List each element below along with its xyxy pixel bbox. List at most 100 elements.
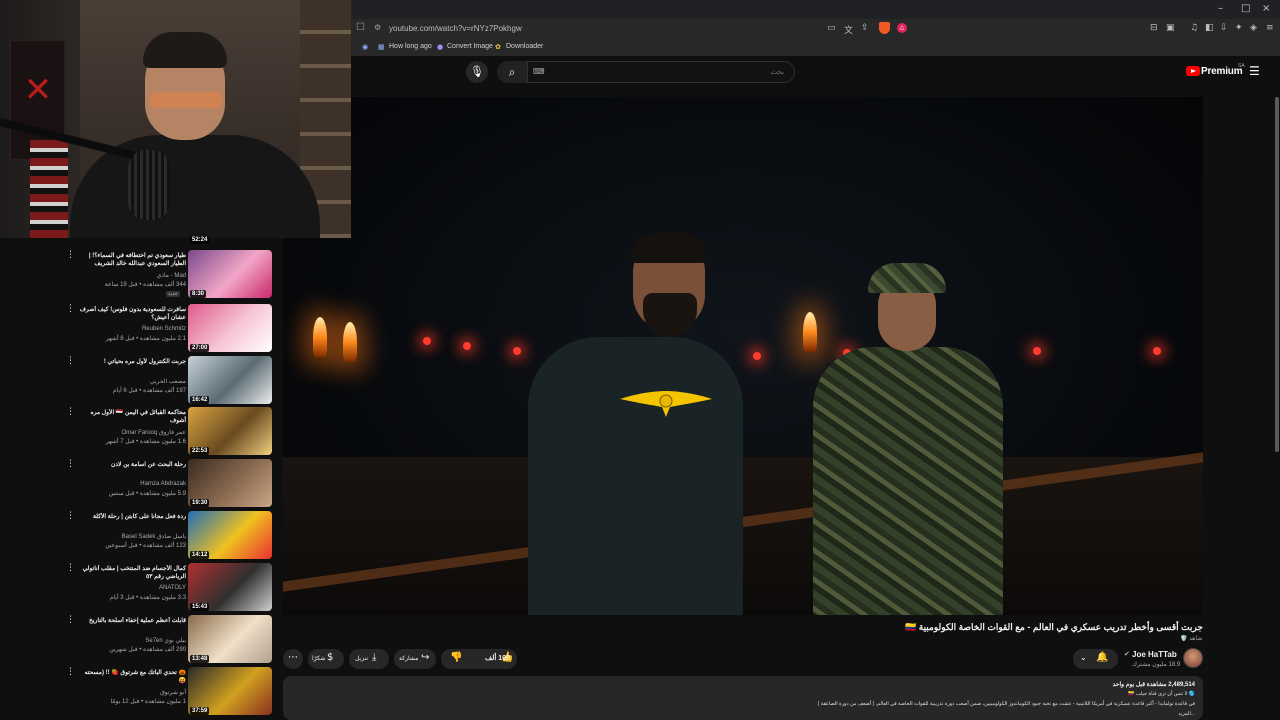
paratrooper-wings-emblem — [620, 391, 712, 417]
recommendation-meta: 2.1 مليون مشاهدة • قبل 8 أشهر — [105, 336, 186, 342]
bookmark-convert-image[interactable]: Convert Image — [447, 43, 493, 50]
bookmark-downloader[interactable]: Downloader — [506, 43, 543, 50]
recommendation-item[interactable]: 13:48 قابلت أعظم عملية إخفاء أسلحة بالتار… — [62, 615, 274, 667]
recommendation-channel[interactable]: بيلي بوي Se7en — [76, 637, 186, 644]
wallet-icon[interactable]: ▣ — [1166, 23, 1175, 33]
download-icon: ⤓ — [372, 652, 377, 663]
recommendation-item[interactable]: 37:59 🎃 تحدي الباتك مع شرتوق 🍓 !! (مسحته … — [62, 667, 274, 719]
more-options-icon[interactable]: ⋮ — [66, 459, 75, 469]
cast-icon[interactable]: ▭ — [827, 23, 836, 33]
recommendation-channel[interactable]: Reuben Schmitz — [76, 326, 186, 332]
search-input[interactable] — [527, 61, 795, 83]
more-options-icon[interactable]: ⋮ — [66, 407, 75, 417]
recommendation-channel[interactable]: أبو شرتوق — [76, 689, 186, 696]
video-duration: 15:43 — [190, 603, 210, 611]
more-options-icon[interactable]: ⋮ — [66, 304, 75, 314]
maximize-button[interactable]: □ — [1241, 3, 1250, 14]
hamburger-menu-icon[interactable]: ☰ — [1249, 64, 1260, 78]
premium-logo-text[interactable]: Premium — [1201, 66, 1243, 77]
recommendation-channel[interactable]: عمر فاروق Omar Farooq — [76, 429, 186, 436]
more-options-icon[interactable]: ⋮ — [66, 563, 75, 573]
recommendation-title[interactable]: جربت الكنترول لأول مره بحياتي ! — [76, 358, 186, 366]
recommendation-channel[interactable]: مصعب الحربي — [76, 378, 186, 385]
translate-icon[interactable]: 文 — [844, 23, 853, 36]
site-info-icon[interactable]: ⚙ — [374, 23, 381, 32]
recommendation-title[interactable]: محاكمة القبائل في اليمن 🇾🇪 الأول مره أشو… — [76, 409, 186, 425]
browser-menu-icon[interactable]: ≡ — [1266, 23, 1274, 33]
share-page-icon[interactable]: ⇪ — [861, 23, 869, 33]
url-field[interactable]: youtube.com/watch?v=rNYz7Pokhgw — [389, 24, 522, 33]
recommendation-item[interactable]: 27:00 سافرت للسعودية بدون فلوس! كيف أصرف … — [62, 304, 274, 356]
recommendation-channel[interactable]: باسل صادق Basel Sadek — [76, 533, 186, 540]
recommendation-title[interactable]: طيار سعودي تم اختطافه في السماء؟! | الطي… — [76, 252, 186, 268]
vpn-icon[interactable]: ◈ — [1250, 23, 1257, 33]
recommendation-item[interactable]: 19:30 رحلة البحث عن اسامة بن لادن Hamza Ab… — [62, 459, 274, 511]
red-light — [513, 347, 521, 355]
soldier-figure — [813, 347, 1003, 615]
channel-avatar[interactable] — [1183, 648, 1203, 668]
recommendation-item[interactable]: 8:30 طيار سعودي تم اختطافه في السماء؟! | … — [62, 250, 274, 302]
soldier-cap — [868, 263, 946, 293]
streamer-webcam: ✕ — [0, 0, 351, 238]
dislike-icon[interactable]: 👎 — [450, 652, 462, 663]
recommendation-item[interactable]: 22:53 محاكمة القبائل في اليمن 🇾🇪 الأول مر… — [62, 407, 274, 459]
recommendation-title[interactable]: رحلة البحث عن اسامة بن لادن — [76, 461, 186, 469]
recommendation-title[interactable]: كمال الأجسام ضد المنتخب | مقلب أناتولي ا… — [76, 565, 186, 581]
more-options-icon[interactable]: ⋮ — [66, 250, 75, 260]
streamer-glasses — [150, 92, 222, 108]
top-thumbnail-duration: 52:24 — [190, 236, 210, 244]
search-icon: ⌕ — [508, 65, 516, 79]
scrollbar-thumb[interactable] — [1275, 97, 1279, 452]
recommendation-title[interactable]: ردة فعل مجانا على كابتن | رحلة الأكلة — [76, 513, 186, 521]
show-more-link[interactable]: ...المزيد — [520, 711, 1195, 717]
brave-shield-icon[interactable] — [879, 22, 890, 34]
recommendation-item[interactable]: 14:12 ردة فعل مجانا على كابتن | رحلة الأك… — [62, 511, 274, 563]
video-player[interactable] — [283, 97, 1203, 615]
torch-flame — [803, 312, 817, 352]
torch-flame — [313, 317, 327, 357]
recommendation-channel[interactable]: ANATOLY — [76, 585, 186, 591]
recommendation-title[interactable]: 🎃 تحدي الباتك مع شرتوق 🍓 !! (مسحته 😝 — [76, 669, 187, 685]
presenter-figure — [528, 337, 743, 615]
channel-name[interactable]: Joe HaTTab — [1132, 650, 1177, 659]
recommendation-meta: 290 ألف مشاهدة • قبل شهرين — [109, 647, 186, 653]
title-tag: 🛡️ شاهد — [1180, 636, 1203, 642]
leo-ai-icon[interactable]: ✦ — [1235, 23, 1243, 33]
media-icon[interactable]: ♫ — [1190, 23, 1198, 33]
search-button[interactable]: ⌕ — [497, 61, 527, 83]
like-count[interactable]: 109 ألف — [485, 654, 510, 662]
more-options-icon[interactable]: ⋮ — [66, 615, 75, 625]
downloads-icon[interactable]: ⇩ — [1220, 23, 1228, 33]
red-light — [463, 342, 471, 350]
clock-icon: ▦ — [378, 43, 385, 51]
recommendation-title[interactable]: سافرت للسعودية بدون فلوس! كيف أصرف عشان … — [76, 306, 186, 322]
sidebar-icon[interactable]: ◧ — [1205, 23, 1214, 33]
image-convert-icon: ● — [437, 43, 444, 51]
more-options-icon[interactable]: ⋮ — [66, 356, 75, 366]
browser-tab-strip — [351, 0, 1280, 19]
recommendations-list: 8:30 طيار سعودي تم اختطافه في السماء؟! | … — [62, 232, 274, 720]
more-options-icon[interactable]: ⋮ — [66, 511, 75, 521]
recommendation-channel[interactable]: Mad - مادي — [76, 272, 186, 279]
download-label: تنزيل — [355, 656, 369, 662]
recommendation-item[interactable]: 15:43 كمال الأجسام ضد المنتخب | مقلب أنات… — [62, 563, 274, 615]
bookmark-icon[interactable]: ☐ — [356, 22, 365, 33]
youtube-logo-icon[interactable] — [1186, 66, 1200, 76]
recommendation-item[interactable]: 16:42 جربت الكنترول لأول مره بحياتي ! مصعب… — [62, 356, 274, 408]
ellipsis-icon: ⋯ — [288, 652, 298, 663]
voice-search-button[interactable]: 🎙 — [466, 61, 488, 83]
minimize-button[interactable]: – — [1218, 3, 1223, 14]
recommendation-title[interactable]: قابلت أعظم عملية إخفاء أسلحة بالتاريخ — [76, 617, 186, 625]
recommendation-meta: 123 ألف مشاهدة • قبل أسبوعين — [105, 543, 186, 549]
bookmark-how-long-ago[interactable]: How long ago — [389, 43, 432, 50]
rewards-icon[interactable]: △ — [897, 23, 907, 33]
extension-icon[interactable]: ⊟ — [1150, 23, 1158, 33]
download-icon: ✿ — [495, 43, 501, 51]
keyboard-icon[interactable]: ⌨ — [533, 67, 545, 76]
bookmarks-apps-icon[interactable]: ◉ — [362, 43, 368, 51]
video-title: جربت أقسى وأخطر تدريب عسكري في العالم - … — [905, 622, 1203, 632]
close-window-button[interactable]: × — [1262, 3, 1270, 14]
recommendation-channel[interactable]: Hamza Abdrazak — [76, 481, 186, 487]
more-options-icon[interactable]: ⋮ — [66, 667, 75, 677]
more-actions-button[interactable]: ⋯ — [283, 649, 303, 669]
